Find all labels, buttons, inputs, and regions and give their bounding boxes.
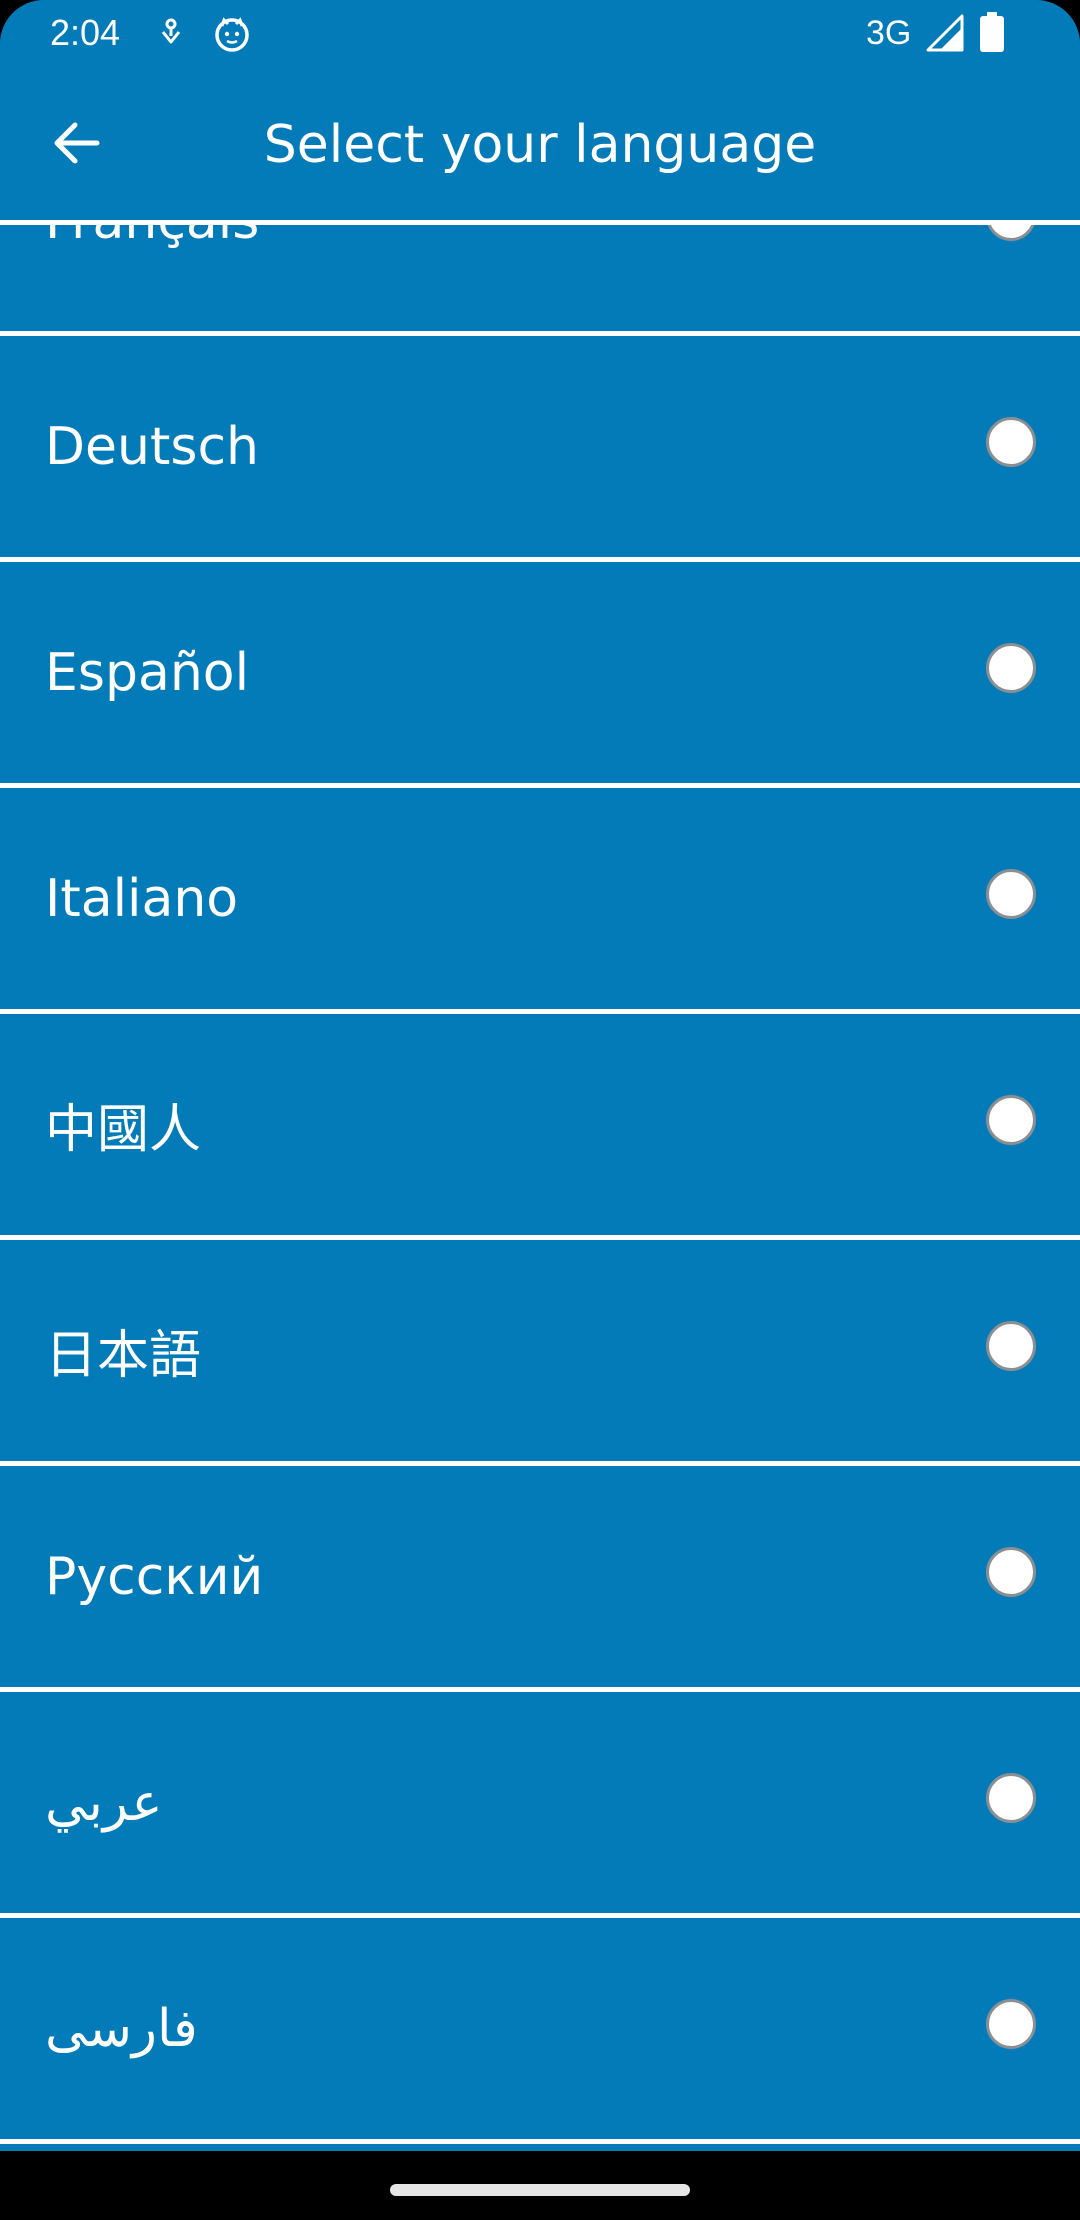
radio-button[interactable] (986, 1772, 1036, 1823)
language-item-francais[interactable]: Français (0, 225, 1080, 336)
battery-icon (980, 12, 1004, 52)
cat-face-icon (215, 17, 249, 52)
language-label: فارسی (45, 1998, 198, 2059)
language-item-chinese[interactable]: 中國人 (0, 1014, 1080, 1240)
network-type: 3G (866, 14, 912, 52)
language-label: Deutsch (45, 416, 260, 477)
radio-button[interactable] (986, 642, 1036, 693)
language-item-arabic[interactable]: عربي (0, 1692, 1080, 1918)
status-time: 2:04 (50, 12, 121, 53)
language-item-deutsch[interactable]: Deutsch (0, 336, 1080, 562)
home-indicator[interactable] (390, 2184, 690, 2196)
radio-button[interactable] (986, 416, 1036, 467)
language-label: عربي (45, 1772, 163, 1833)
app-bar: Select your language (0, 66, 1080, 220)
language-label: Español (45, 642, 250, 703)
language-label: Italiano (45, 868, 239, 929)
language-label: 日本語 (45, 1326, 202, 1386)
radio-button[interactable] (986, 1320, 1036, 1371)
language-item-italiano[interactable]: Italiano (0, 788, 1080, 1014)
radio-button[interactable] (986, 1998, 1036, 2049)
language-item-russian[interactable]: Русский (0, 1466, 1080, 1692)
page-title: Select your language (263, 115, 817, 175)
language-selection-screen: 2:04 3G Select your language Deutsch Esp… (0, 0, 1080, 2220)
navigation-bar (0, 2151, 1080, 2220)
status-bar: 2:04 3G (0, 0, 1080, 66)
app-bar-divider (0, 220, 1080, 225)
signal-icon (926, 14, 964, 52)
language-label: Русский (45, 1546, 264, 1607)
radio-button[interactable] (986, 1094, 1036, 1145)
language-list[interactable]: Français Deutsch Español Italiano 中國人 日本… (0, 225, 1080, 2151)
radio-button[interactable] (986, 1546, 1036, 1597)
notification-icon (161, 18, 181, 44)
language-item-japanese[interactable]: 日本語 (0, 1240, 1080, 1466)
radio-button[interactable] (986, 868, 1036, 919)
radio-button[interactable] (986, 225, 1036, 241)
language-item-persian[interactable]: فارسی (0, 1918, 1080, 2144)
language-label: Français (45, 225, 259, 331)
language-item-espanol[interactable]: Español (0, 562, 1080, 788)
language-label: 中國人 (45, 1100, 202, 1160)
